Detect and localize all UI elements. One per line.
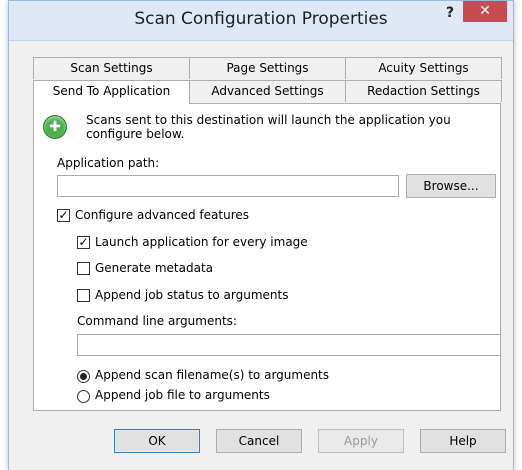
- generate-metadata-label: Generate metadata: [95, 261, 214, 275]
- cancel-button[interactable]: Cancel: [216, 429, 302, 453]
- window-title: Scan Configuration Properties: [134, 9, 388, 29]
- append-job-status-label: Append job status to arguments: [95, 288, 289, 302]
- append-job-file-label: Append job file to arguments: [95, 388, 270, 402]
- tab-redaction-settings[interactable]: Redaction Settings: [345, 80, 502, 102]
- apply-button[interactable]: Apply: [318, 429, 404, 453]
- info-text: Scans sent to this destination will laun…: [86, 113, 451, 141]
- help-icon[interactable]: ?: [439, 5, 461, 25]
- tab-acuity-settings[interactable]: Acuity Settings: [345, 57, 502, 79]
- dialog-window: Scan Configuration Properties ? ✕ Scan S…: [8, 0, 514, 470]
- application-path-label: Application path:: [57, 156, 160, 170]
- info-plus-icon: ✚: [43, 115, 67, 139]
- title-bar[interactable]: Scan Configuration Properties ? ✕: [9, 1, 513, 41]
- close-icon[interactable]: ✕: [463, 1, 507, 22]
- command-line-args-input[interactable]: [77, 334, 501, 356]
- configure-advanced-label: Configure advanced features: [75, 208, 249, 222]
- command-line-args-label: Command line arguments:: [77, 314, 237, 328]
- launch-every-image-label: Launch application for every image: [95, 235, 308, 249]
- browse-button[interactable]: Browse...: [406, 174, 496, 198]
- tab-scan-settings[interactable]: Scan Settings: [33, 57, 190, 79]
- launch-every-image-checkbox[interactable]: ✓: [77, 236, 90, 249]
- append-scan-filename-radio[interactable]: [77, 370, 90, 383]
- ok-button[interactable]: OK: [114, 429, 200, 453]
- application-path-input[interactable]: [57, 175, 399, 197]
- tab-row-2: Send To Application Advanced Settings Re…: [33, 80, 502, 104]
- tab-row-1: Scan Settings Page Settings Acuity Setti…: [33, 57, 502, 79]
- tab-advanced-settings[interactable]: Advanced Settings: [189, 80, 346, 102]
- append-job-status-checkbox[interactable]: [77, 289, 90, 302]
- tab-send-to-application[interactable]: Send To Application: [33, 80, 190, 104]
- append-job-file-radio[interactable]: [77, 390, 90, 403]
- tab-page-settings[interactable]: Page Settings: [189, 57, 346, 79]
- tab-panel: [33, 103, 501, 411]
- append-scan-filename-label: Append scan filename(s) to arguments: [95, 368, 330, 382]
- help-button[interactable]: Help: [420, 429, 506, 453]
- configure-advanced-checkbox[interactable]: ✓: [57, 209, 70, 222]
- generate-metadata-checkbox[interactable]: [77, 262, 90, 275]
